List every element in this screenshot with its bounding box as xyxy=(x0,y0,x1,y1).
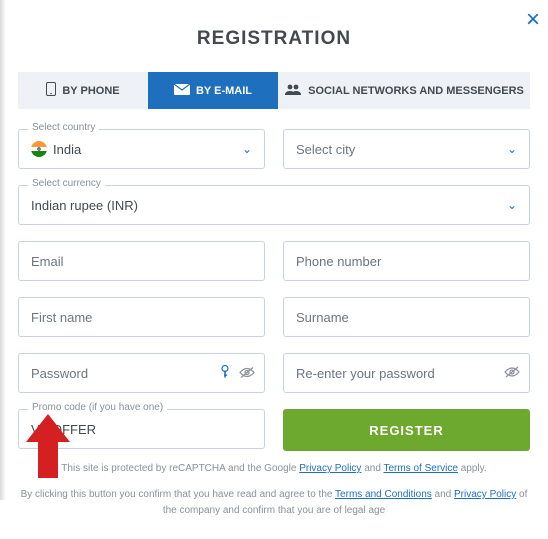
firstname-field-wrap xyxy=(18,297,265,337)
promo-legend: Promo code (if you have one) xyxy=(28,402,167,413)
promo-input[interactable] xyxy=(18,409,265,449)
users-icon xyxy=(284,83,302,98)
phone-input[interactable] xyxy=(283,241,530,281)
chevron-down-icon: ⌄ xyxy=(507,198,517,212)
key-icon[interactable] xyxy=(219,365,231,382)
email-field-wrap xyxy=(18,241,265,281)
tab-social[interactable]: SOCIAL NETWORKS AND MESSENGERS xyxy=(278,72,530,109)
email-input[interactable] xyxy=(18,241,265,281)
currency-select[interactable]: Indian rupee (INR) ⌄ xyxy=(18,185,530,225)
phone-icon xyxy=(46,82,56,99)
phone-field-wrap xyxy=(283,241,530,281)
repassword-input[interactable] xyxy=(283,353,530,393)
tab-email[interactable]: BY E-MAIL xyxy=(148,72,278,109)
currency-value: Indian rupee (INR) xyxy=(31,198,138,213)
eye-off-icon[interactable] xyxy=(504,365,520,381)
surname-input[interactable] xyxy=(283,297,530,337)
india-flag-icon xyxy=(31,141,47,157)
firstname-input[interactable] xyxy=(18,297,265,337)
password-field-wrap xyxy=(18,353,265,393)
page-title: REGISTRATION xyxy=(18,0,530,72)
repassword-field-wrap xyxy=(283,353,530,393)
currency-field: Select currency Indian rupee (INR) ⌄ xyxy=(18,185,530,225)
terms-link[interactable]: Terms and Conditions xyxy=(335,489,432,500)
city-field: Select city ⌄ xyxy=(283,129,530,169)
tabs: BY PHONE BY E-MAIL SOCIAL NETWORKS AND M… xyxy=(18,72,530,109)
tos-link[interactable]: Terms of Service xyxy=(384,463,458,474)
country-select[interactable]: India ⌄ xyxy=(18,129,265,169)
country-legend: Select country xyxy=(28,122,99,133)
chevron-down-icon: ⌄ xyxy=(242,142,252,156)
tab-social-label: SOCIAL NETWORKS AND MESSENGERS xyxy=(308,85,524,97)
eye-off-icon[interactable] xyxy=(239,365,255,381)
registration-modal: REGISTRATION BY PHONE BY E-MAIL SOCIAL N… xyxy=(0,0,548,539)
city-placeholder: Select city xyxy=(296,142,355,157)
privacy-policy-link[interactable]: Privacy Policy xyxy=(299,463,361,474)
left-shadow xyxy=(0,0,6,500)
register-button[interactable]: REGISTER xyxy=(283,409,530,451)
email-icon xyxy=(174,84,190,98)
promo-field-wrap: Promo code (if you have one) xyxy=(18,409,265,451)
chevron-down-icon: ⌄ xyxy=(507,142,517,156)
terms-notice: By clicking this button you confirm that… xyxy=(18,487,530,519)
privacy-policy-link-2[interactable]: Privacy Policy xyxy=(454,489,516,500)
surname-field-wrap xyxy=(283,297,530,337)
city-select[interactable]: Select city ⌄ xyxy=(283,129,530,169)
country-field: Select country India ⌄ xyxy=(18,129,265,169)
recaptcha-notice: This site is protected by reCAPTCHA and … xyxy=(18,461,530,477)
currency-legend: Select currency xyxy=(28,178,105,189)
close-icon[interactable]: × xyxy=(526,6,540,34)
country-value: India xyxy=(53,142,81,157)
tab-phone[interactable]: BY PHONE xyxy=(18,72,148,109)
tab-phone-label: BY PHONE xyxy=(62,85,119,97)
tab-email-label: BY E-MAIL xyxy=(196,85,252,97)
